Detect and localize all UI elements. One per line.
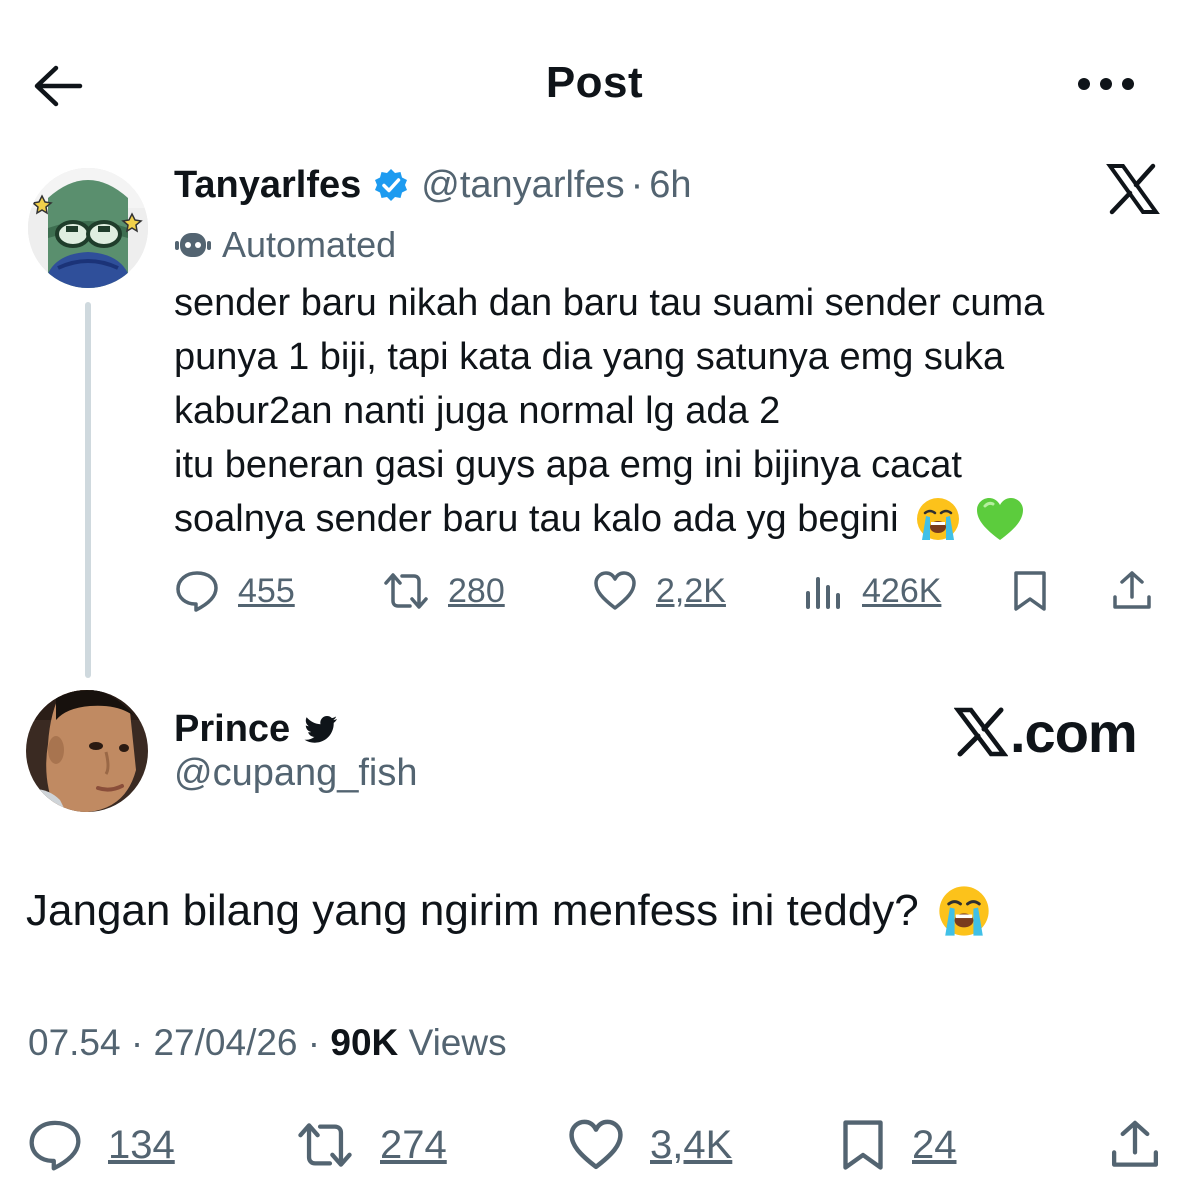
views-label: Views — [398, 1022, 507, 1063]
heart-icon — [569, 1119, 623, 1170]
reply-button[interactable]: 134 — [26, 1110, 175, 1180]
twitter-bird-icon — [304, 716, 338, 743]
reply-icon — [176, 571, 218, 612]
quoted-share-button[interactable] — [1110, 562, 1154, 620]
repost-icon — [384, 573, 428, 609]
verified-badge-icon — [375, 169, 408, 201]
bot-icon — [175, 233, 211, 257]
main-author-row: Prince — [174, 702, 340, 756]
meta-separator: · — [297, 1022, 331, 1063]
quoted-repost-count: 280 — [448, 571, 505, 610]
main-post-actions: 134 274 3,4K 24 — [26, 1110, 1166, 1180]
repost-button[interactable]: 274 — [294, 1110, 447, 1180]
quoted-post-time[interactable]: 6h — [649, 164, 691, 207]
separator-dot: · — [630, 163, 644, 206]
quoted-author-name[interactable]: Tanyarlfes — [174, 164, 361, 207]
quoted-line-2: punya 1 biji, tapi kata dia yang satunya… — [174, 336, 1005, 378]
heart-icon — [594, 571, 636, 610]
main-author-name[interactable]: Prince — [174, 708, 290, 751]
quoted-line-3: kabur2an nanti juga normal lg ada 2 — [174, 390, 781, 432]
bookmark-button[interactable]: 24 — [838, 1110, 957, 1180]
watermark-text: .com — [1010, 700, 1138, 764]
reply-icon — [29, 1120, 81, 1171]
share-icon — [1111, 1120, 1159, 1167]
tanyarlfes-avatar[interactable] — [28, 168, 148, 288]
bookmark-icon — [1014, 571, 1046, 611]
prince-avatar[interactable] — [26, 690, 148, 812]
quoted-post-text: sender baru nikah dan baru tau suami sen… — [174, 276, 1164, 546]
main-post-text-content: Jangan bilang yang ngirim menfess ini te… — [26, 886, 919, 935]
views-count: 90K — [330, 1022, 399, 1063]
post-date[interactable]: 27/04/26 — [153, 1022, 297, 1063]
automated-label: Automated — [222, 224, 397, 265]
share-button[interactable] — [1108, 1110, 1162, 1180]
post-page: Post Tanyarlfes @tanyarlfes · 6h Automat… — [0, 0, 1189, 1200]
quoted-line-1: sender baru nikah dan baru tau suami sen… — [174, 282, 1045, 324]
share-icon — [1113, 571, 1151, 609]
avatar-photo — [26, 690, 148, 812]
quoted-author-handle[interactable]: @tanyarlfes — [421, 164, 624, 207]
page-title: Post — [545, 58, 644, 107]
quoted-like-button[interactable]: 2,2K — [592, 562, 726, 620]
x-logo-icon — [1106, 163, 1160, 215]
automated-label-row: Automated — [174, 220, 396, 270]
repost-icon — [298, 1123, 352, 1167]
green-heart-icon — [976, 498, 1023, 540]
like-button[interactable]: 3,4K — [566, 1110, 732, 1180]
quoted-views-count: 426K — [862, 571, 942, 610]
bookmark-count: 24 — [912, 1122, 957, 1167]
quoted-repost-button[interactable]: 280 — [382, 562, 505, 620]
quoted-reply-button[interactable]: 455 — [174, 562, 295, 620]
quoted-bookmark-button[interactable] — [1010, 562, 1050, 620]
more-horizontal-icon — [1078, 78, 1134, 90]
quoted-views-button[interactable]: 426K — [802, 562, 941, 620]
quoted-line-4: itu beneran gasi guys apa emg ini bijiny… — [174, 444, 962, 486]
bookmark-icon — [843, 1120, 883, 1170]
post-metadata: 07.54 · 27/04/26 · 90K Views — [28, 1022, 507, 1064]
post-time[interactable]: 07.54 — [28, 1022, 121, 1063]
meta-separator: · — [120, 1022, 154, 1063]
quoted-like-count: 2,2K — [656, 571, 726, 610]
more-button[interactable] — [1074, 62, 1138, 106]
quoted-author-row: Tanyarlfes @tanyarlfes · 6h — [174, 160, 692, 210]
avatar-image — [28, 168, 148, 288]
reply-count: 134 — [108, 1122, 175, 1167]
views-chart-icon — [806, 577, 840, 609]
crying-face-icon — [916, 498, 959, 540]
like-count: 3,4K — [650, 1122, 733, 1167]
main-author-handle[interactable]: @cupang_fish — [174, 752, 418, 795]
quoted-line-5-text: soalnya sender baru tau kalo ada yg begi… — [174, 498, 899, 540]
repost-count: 274 — [380, 1122, 447, 1167]
main-post-text: Jangan bilang yang ngirim menfess ini te… — [26, 884, 991, 938]
quoted-reply-count: 455 — [238, 571, 295, 610]
x-com-watermark: .com — [954, 700, 1138, 764]
x-logo-icon — [954, 707, 1008, 757]
crying-face-icon — [939, 886, 989, 936]
quoted-post-actions: 455 280 2,2K 426K — [174, 562, 1164, 620]
thread-connector — [85, 302, 91, 678]
quoted-line-5: soalnya sender baru tau kalo ada yg begi… — [174, 492, 1164, 546]
